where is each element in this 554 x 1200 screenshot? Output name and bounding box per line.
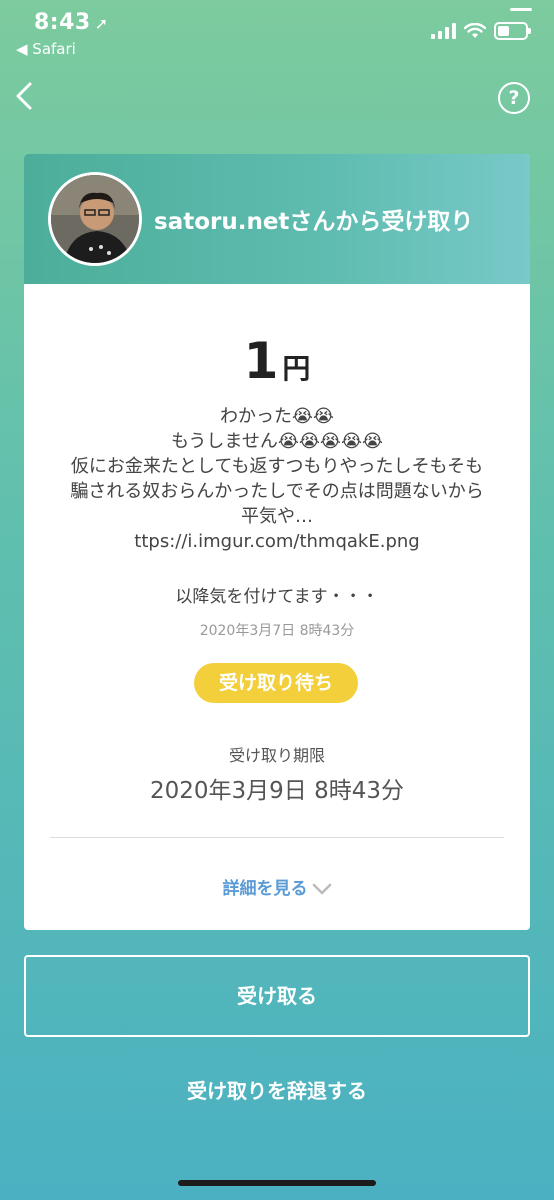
message-line: わかった😭😭 [219, 406, 335, 427]
message-line: 仮にお金来たとしても返すつもりやったしそもそも騙される奴おらんかったしでその点は… [70, 456, 484, 527]
avatar-photo [51, 175, 139, 263]
help-button[interactable]: ? [498, 82, 530, 114]
payment-card: satoru.netさんから受け取り 1円 わかった😭😭 もうしません😭😭😭😭😭… [24, 154, 530, 930]
question-mark-icon: ? [508, 87, 520, 109]
deadline-label: 受け取り期限 [228, 746, 325, 765]
back-button[interactable] [10, 80, 42, 112]
deadline-value: 2020年3月9日 8時43分 [149, 778, 404, 804]
decline-button[interactable]: 受け取りを辞退する [0, 1075, 554, 1104]
location-arrow-icon: ➚ [94, 14, 109, 33]
view-details-label: 詳細を見る [222, 879, 308, 899]
status-time: 8:43 ➚ [34, 10, 109, 35]
status-badge: 受け取り待ち [194, 663, 358, 703]
status-indicator [510, 8, 532, 11]
payment-message: わかった😭😭 もうしません😭😭😭😭😭 仮にお金来たとしても返すつもりやったしそも… [64, 404, 490, 554]
status-bar: 8:43 ➚ ◀ Safari [0, 0, 554, 70]
view-details-link[interactable]: 詳細を見る [24, 874, 530, 899]
amount-unit: 円 [282, 352, 311, 385]
battery-icon [494, 22, 531, 40]
card-header: satoru.netさんから受け取り [24, 154, 530, 284]
home-indicator [178, 1180, 376, 1186]
sent-timestamp: 2020年3月7日 8時43分 [199, 623, 355, 639]
sender-title: satoru.netさんから受け取り [154, 209, 474, 235]
wifi-icon [464, 23, 486, 38]
receive-button[interactable]: 受け取る [24, 955, 530, 1037]
back-to-app-link[interactable]: ◀ Safari [16, 40, 76, 58]
chevron-left-icon [16, 82, 32, 110]
cellular-signal-icon [431, 23, 456, 39]
amount-value: 1 [243, 332, 279, 390]
avatar [48, 172, 142, 266]
divider [50, 837, 504, 838]
status-icons [431, 22, 531, 40]
message-line: もうしません😭😭😭😭😭 [170, 431, 384, 452]
message-note: 以降気を付けてます・・・ [175, 587, 379, 607]
chevron-down-icon [312, 883, 331, 895]
amount-display: 1円 [24, 332, 530, 390]
message-line: ttps://i.imgur.com/thmqakE.png [134, 531, 420, 552]
